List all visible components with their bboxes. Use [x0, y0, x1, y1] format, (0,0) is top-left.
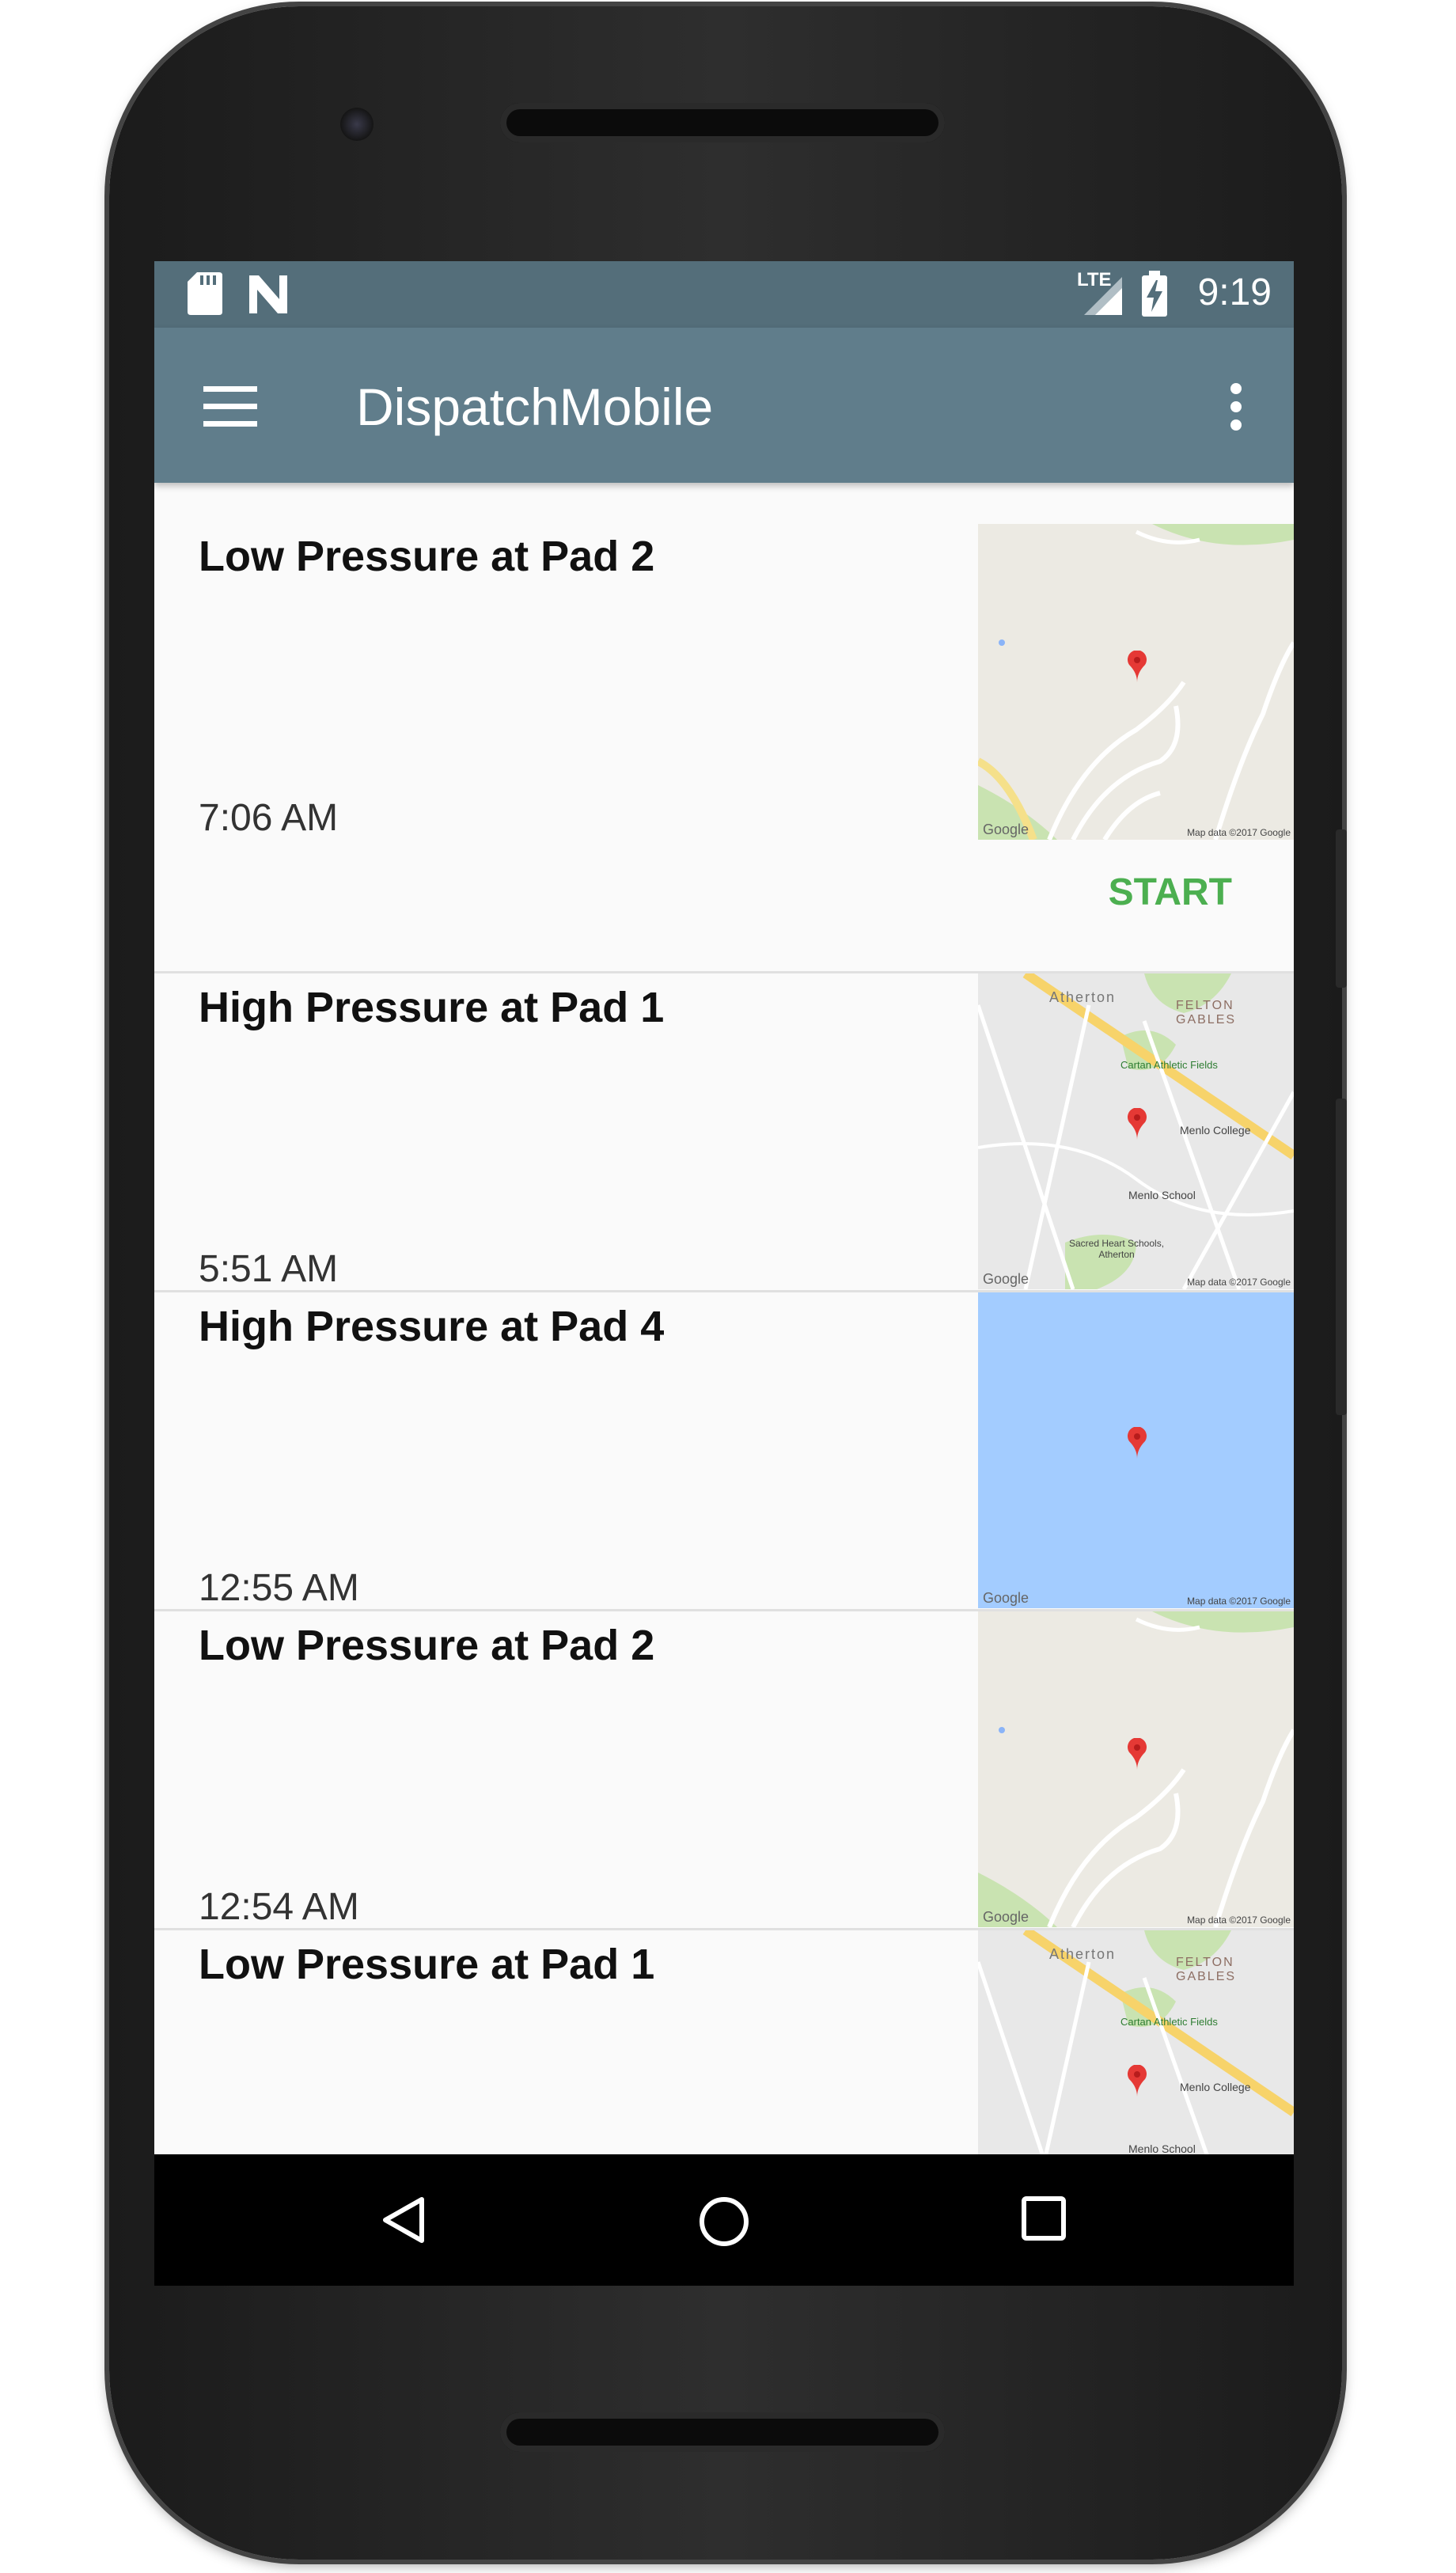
map-attribution: Map data ©2017 Google [1187, 1596, 1291, 1607]
google-logo: Google [983, 1271, 1029, 1287]
item-title: High Pressure at Pad 1 [199, 984, 665, 1031]
item-time: 12:54 AM [199, 1886, 359, 1928]
map-label-menlo-college: Menlo College [1180, 2081, 1251, 2093]
app-title: DispatchMobile [356, 378, 714, 436]
recents-icon[interactable] [1022, 2196, 1066, 2241]
map-thumbnail: Atherton FELTON GABLES Cartan Athletic F… [978, 973, 1294, 1289]
alert-list: Low Pressure at Pad 2 7:06 AM Google Map… [154, 483, 1294, 2247]
n-notification-icon [249, 275, 287, 313]
list-item[interactable]: High Pressure at Pad 1 5:51 AM Atherton … [154, 973, 1294, 1292]
navigation-bar [154, 2154, 1294, 2286]
lte-signal-icon [1084, 277, 1122, 315]
map-label-menlo-school: Menlo School [1128, 1189, 1196, 1201]
map-thumbnail: Google Map data ©2017 Google [978, 1611, 1294, 1927]
sd-card-icon [188, 272, 222, 315]
battery-charging-icon [1142, 271, 1167, 317]
map-pin-icon [1128, 1108, 1147, 1140]
status-time: 9:19 [1197, 271, 1272, 313]
app-bar: DispatchMobile [154, 328, 1294, 483]
top-speaker [500, 103, 945, 142]
item-time: 12:55 AM [199, 1567, 359, 1609]
map-label-cartan: Cartan Athletic Fields [1120, 2016, 1218, 2028]
home-icon[interactable] [699, 2196, 749, 2247]
item-title: Low Pressure at Pad 1 [199, 1941, 655, 1988]
list-item[interactable]: Low Pressure at Pad 2 7:06 AM Google Map… [154, 483, 1294, 973]
map-label-atherton: Atherton [1049, 989, 1117, 1005]
map-pin-icon [1128, 1738, 1147, 1770]
start-button[interactable]: START [1109, 871, 1232, 914]
map-attribution: Map data ©2017 Google [1187, 1277, 1291, 1288]
item-title: High Pressure at Pad 4 [199, 1303, 665, 1350]
map-label-felton: FELTON GABLES [1176, 999, 1237, 1027]
map-thumbnail: Google Map data ©2017 Google [978, 524, 1294, 840]
map-thumbnail: Google Map data ©2017 Google [978, 1292, 1294, 1608]
map-label-menlo-school: Menlo School [1128, 2142, 1196, 2155]
item-title: Low Pressure at Pad 2 [199, 533, 655, 580]
map-label-menlo-college: Menlo College [1180, 1124, 1251, 1137]
screen: LTE 9:19 DispatchMobile Low Pressure at … [154, 261, 1294, 2286]
map-label-cartan: Cartan Athletic Fields [1120, 1059, 1218, 1071]
front-camera [340, 108, 373, 141]
google-logo: Google [983, 1590, 1029, 1606]
power-button [1336, 1099, 1347, 1415]
map-attribution: Map data ©2017 Google [1187, 827, 1291, 838]
volume-button [1336, 829, 1347, 988]
google-logo: Google [983, 822, 1029, 837]
item-time: 7:06 AM [199, 797, 339, 839]
google-logo: Google [983, 1909, 1029, 1925]
map-pin-icon [1128, 2065, 1147, 2097]
map-label-felton: FELTON GABLES [1176, 1956, 1237, 1983]
list-item[interactable]: High Pressure at Pad 4 12:55 AM Google M… [154, 1292, 1294, 1611]
list-item[interactable]: Low Pressure at Pad 2 12:54 AM Google Ma… [154, 1611, 1294, 1930]
map-pin-icon [1128, 1427, 1147, 1459]
map-attribution: Map data ©2017 Google [1187, 1915, 1291, 1926]
map-label-sacred-heart: Sacred Heart Schools, Atherton [1068, 1238, 1165, 1260]
map-pin-icon [1128, 651, 1147, 682]
item-time: 5:51 AM [199, 1248, 339, 1290]
item-title: Low Pressure at Pad 2 [199, 1622, 655, 1669]
overflow-menu-icon[interactable] [1230, 383, 1246, 431]
hamburger-menu-icon[interactable] [203, 386, 257, 427]
status-bar: LTE 9:19 [154, 261, 1294, 328]
back-icon[interactable] [381, 2196, 428, 2244]
bottom-speaker [500, 2412, 945, 2452]
map-label-atherton: Atherton [1049, 1946, 1117, 1962]
